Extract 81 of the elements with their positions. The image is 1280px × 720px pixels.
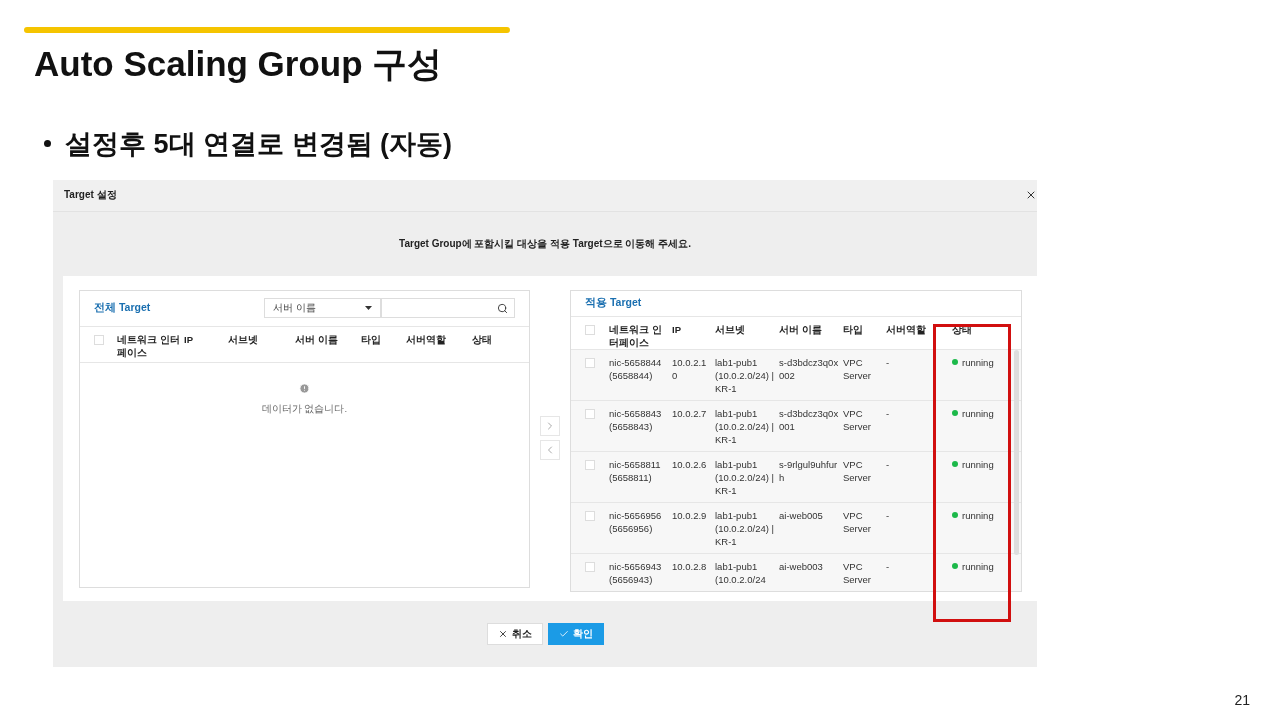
column-header: 타입 <box>843 322 864 336</box>
panel-title: 전체 Target <box>94 301 152 315</box>
status-text: running <box>962 457 994 471</box>
table-cell-text: lab1-pub1 (10.0.2.0/24) | KR-1 <box>715 406 775 446</box>
status-dot <box>952 410 958 416</box>
move-right-button[interactable] <box>540 415 560 436</box>
table-cell-text: - <box>886 355 891 369</box>
column-header: 서버 이름 <box>295 332 339 346</box>
status-dot <box>952 461 958 467</box>
table-cell-text: VPC Server <box>843 406 872 433</box>
info-icon <box>299 382 310 394</box>
move-left-button[interactable] <box>540 439 560 460</box>
table-cell-text: - <box>886 457 891 471</box>
table-cell-text: nic-5658811 (5658811) <box>609 457 662 484</box>
column-header: 타입 <box>361 332 382 346</box>
row-checkbox[interactable] <box>585 510 595 521</box>
table-cell-text: lab1-pub1 (10.0.2.0/24) | KR-1 <box>715 508 775 548</box>
status-text: running <box>962 508 994 522</box>
table-cell-text: lab1-pub1 (10.0.2.0/24 <box>715 559 767 586</box>
status-dot <box>952 359 958 365</box>
row-checkbox[interactable] <box>585 408 595 419</box>
column-header: 서버 이름 <box>779 322 823 336</box>
status-dot <box>952 512 958 518</box>
table-cell-text: VPC Server <box>843 355 872 382</box>
table-cell-text: s-d3bdcz3q0x001 <box>779 406 840 433</box>
status-text: running <box>962 406 994 420</box>
table-cell-text: - <box>886 559 891 573</box>
empty-message: 데이터가 없습니다. <box>261 402 348 416</box>
table-cell-text: ai-web005 <box>779 508 824 522</box>
table-cell-text: 10.0.2.8 <box>672 559 708 573</box>
table-cell-text: lab1-pub1 (10.0.2.0/24) | KR-1 <box>715 355 775 395</box>
table-cell-text: nic-5656943 (5656943) <box>609 559 663 586</box>
check-icon <box>558 628 569 639</box>
select-all-checkbox[interactable] <box>585 324 595 335</box>
column-header: 네트워크 인터페이스 <box>117 332 181 359</box>
column-header: 서버역할 <box>886 322 927 336</box>
table-cell-text: s-d3bdcz3q0x002 <box>779 355 840 382</box>
column-header: 상태 <box>472 332 493 346</box>
status-text: running <box>962 559 994 573</box>
table-cell-text: s-9rlgul9uhfurh <box>779 457 839 484</box>
table-cell-text: lab1-pub1 (10.0.2.0/24) | KR-1 <box>715 457 775 497</box>
column-header: IP <box>184 332 194 346</box>
table-cell-text: 10.0.2.9 <box>672 508 708 522</box>
close-icon <box>497 628 508 639</box>
search-icon <box>497 302 508 314</box>
bullet-icon <box>44 140 51 147</box>
dialog-title: Target 설정 <box>64 188 117 202</box>
page-number: 21 <box>1234 692 1250 708</box>
bullet-text: 설정후 5대 연결로 변경됨 (자동) <box>65 127 452 161</box>
scrollbar[interactable] <box>1014 349 1019 555</box>
panel-title: 적용 Target <box>585 296 643 310</box>
select-all-checkbox[interactable] <box>94 334 104 345</box>
close-icon[interactable] <box>1025 189 1037 201</box>
instruction-text: Target Group에 포함시킬 대상을 적용 Target으로 이동해 주세요. <box>398 236 692 251</box>
column-header: 서브넷 <box>228 332 259 346</box>
row-checkbox[interactable] <box>585 561 595 572</box>
column-header: 서브넷 <box>715 322 746 336</box>
table-cell-text: - <box>886 508 891 522</box>
table-cell-text: nic-5658843 (5658843) <box>609 406 663 433</box>
table-cell-text: 10.0.2.10 <box>672 355 708 382</box>
caret-icon <box>365 306 372 310</box>
table-cell-text: VPC Server <box>843 508 872 535</box>
status-dot <box>952 563 958 569</box>
filter-select[interactable]: 서버 이름 <box>264 298 381 318</box>
table-cell-text: nic-5658844 (5658844) <box>609 355 663 382</box>
table-cell-text: 10.0.2.6 <box>672 457 708 471</box>
table-cell-text: ai-web003 <box>779 559 824 573</box>
row-checkbox[interactable] <box>585 357 595 368</box>
cancel-button[interactable]: 취소 <box>486 622 543 645</box>
column-header: IP <box>672 322 682 336</box>
table-cell-text: VPC Server <box>843 559 872 586</box>
column-header: 서버역할 <box>406 332 447 346</box>
search-field[interactable] <box>381 298 515 318</box>
table-cell-text: VPC Server <box>843 457 872 484</box>
table-cell-text: nic-5656956 (5656956) <box>609 508 663 535</box>
row-checkbox[interactable] <box>585 459 595 470</box>
slide-title: Auto Scaling Group 구성 <box>34 45 444 84</box>
table-cell-text: 10.0.2.7 <box>672 406 708 420</box>
table-cell-text: - <box>886 406 891 420</box>
column-header: 네트워크 인터페이스 <box>609 322 663 349</box>
status-text: running <box>962 355 994 369</box>
